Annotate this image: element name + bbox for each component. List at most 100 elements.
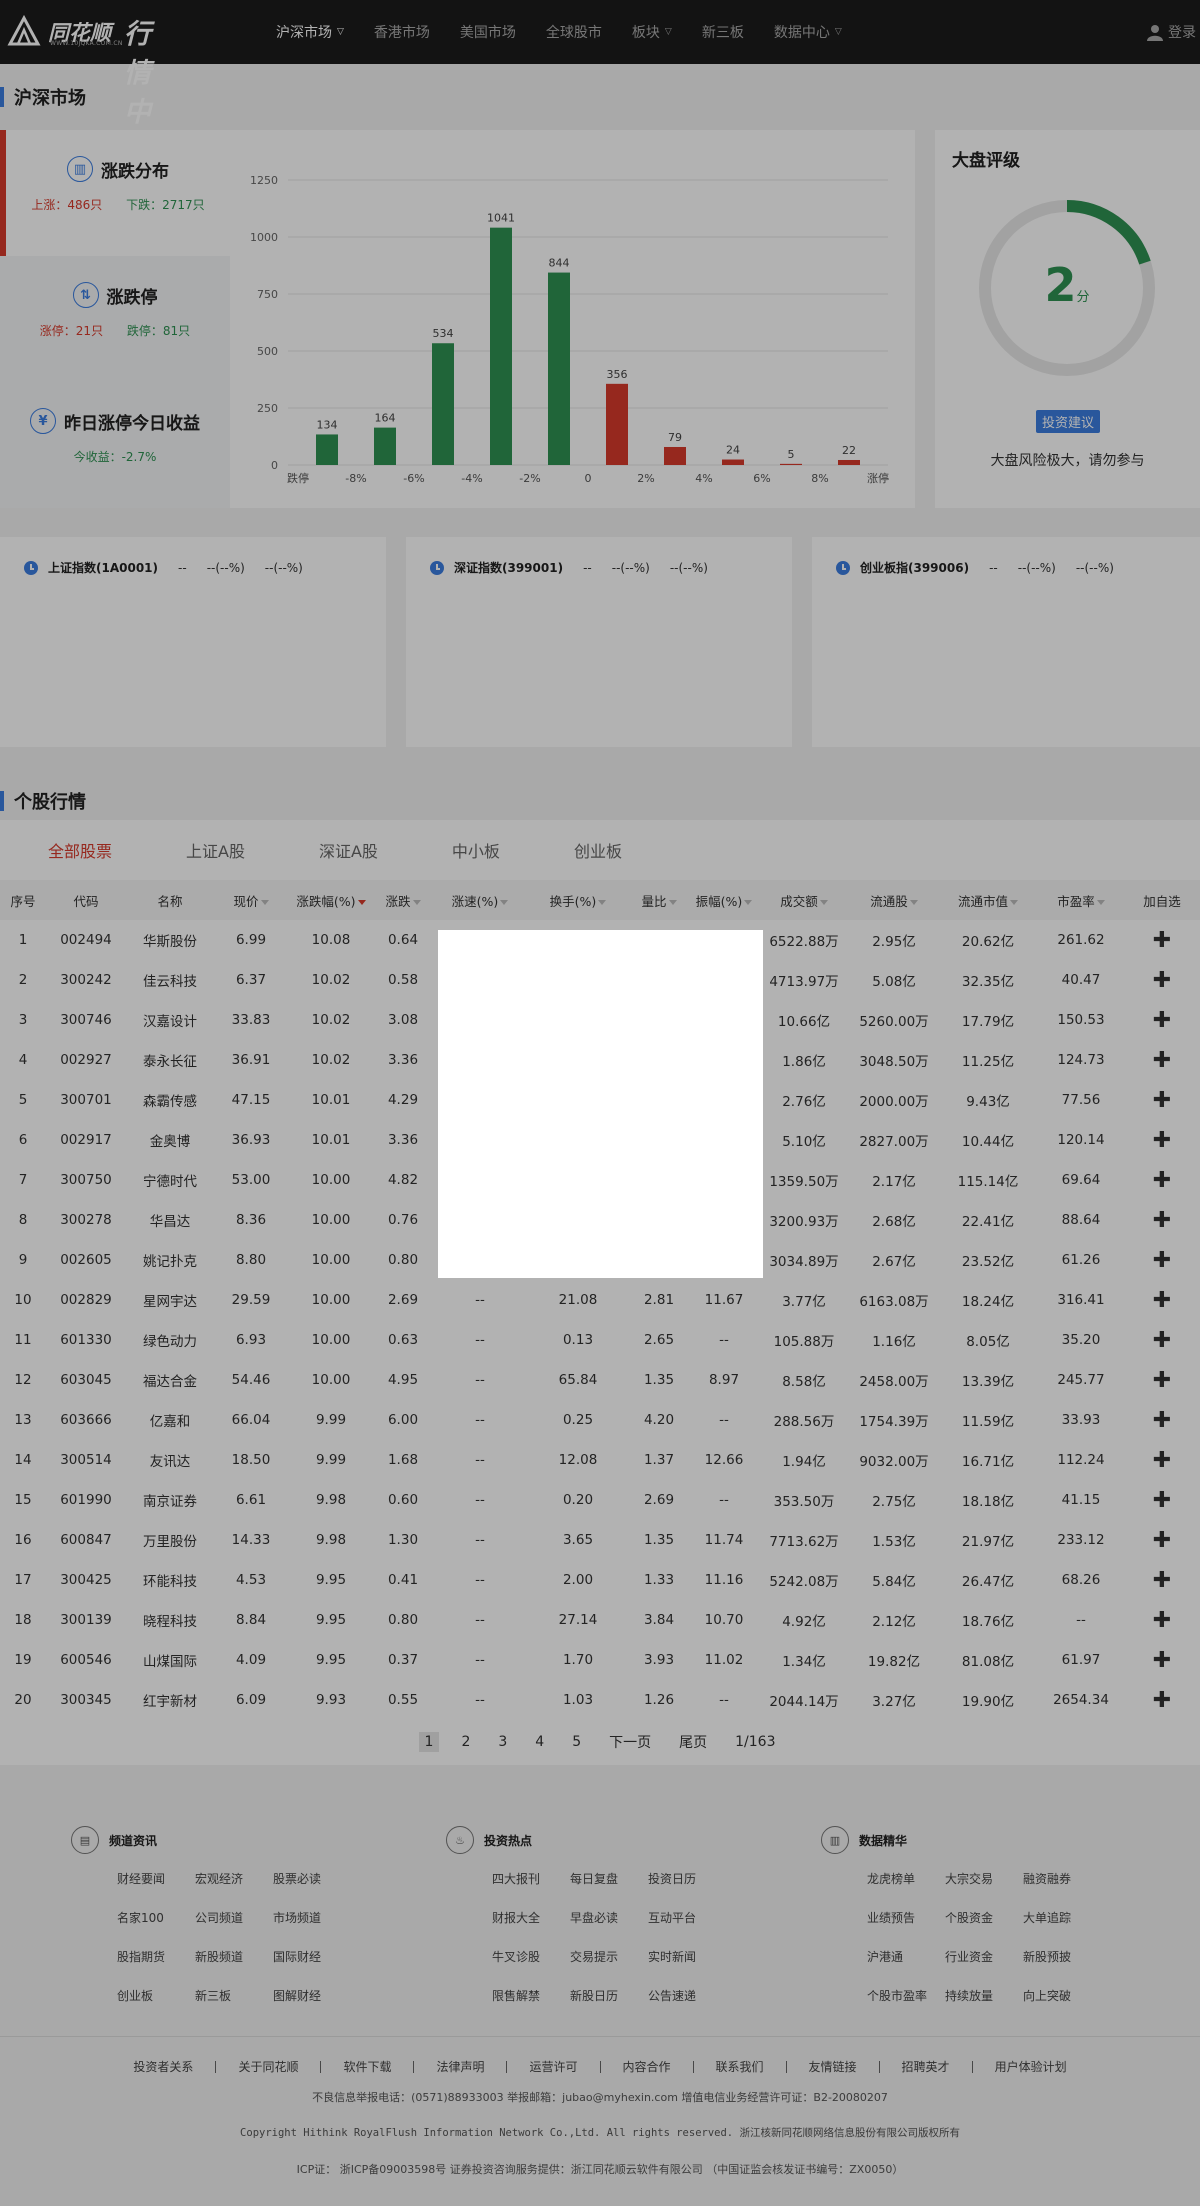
stock-code[interactable]: 300139: [46, 1600, 126, 1640]
add-watchlist-icon[interactable]: ✚: [1124, 1640, 1200, 1680]
table-row[interactable]: 18 300139 晓程科技 8.84 9.95 0.80 -- 27.14 3.84 10.70…: [0, 1600, 1200, 1640]
stock-code[interactable]: 002494: [46, 920, 126, 960]
stock-name[interactable]: 晓程科技: [126, 1600, 214, 1640]
limit-box[interactable]: ⇅ 涨跌停 涨停：21只 跌停：81只: [0, 256, 230, 382]
footer-nav-link[interactable]: 法律声明: [414, 2061, 508, 2073]
bar[interactable]: [548, 272, 570, 465]
column-header[interactable]: 流通市值: [938, 880, 1038, 920]
advice-badge[interactable]: 投资建议: [1036, 410, 1101, 433]
nav-item-sector[interactable]: 板块 ▽: [632, 22, 672, 42]
stock-code[interactable]: 603045: [46, 1360, 126, 1400]
tab-all[interactable]: 全部股票: [30, 838, 130, 862]
footer-link[interactable]: 名家100: [117, 1909, 195, 1926]
add-watchlist-icon[interactable]: ✚: [1124, 960, 1200, 1000]
column-header[interactable]: 涨速(%): [432, 880, 528, 920]
page-5[interactable]: 5: [566, 1732, 587, 1752]
footer-link[interactable]: 公司频道: [195, 1909, 273, 1926]
footer-link[interactable]: 早盘必读: [570, 1909, 648, 1926]
stock-code[interactable]: 300514: [46, 1440, 126, 1480]
nav-item-neeq[interactable]: 新三板: [702, 22, 744, 42]
table-row[interactable]: 16 600847 万里股份 14.33 9.98 1.30 -- 3.65 1.35 11.74…: [0, 1520, 1200, 1560]
stock-name[interactable]: 南京证券: [126, 1480, 214, 1520]
footer-link[interactable]: 财经要闻: [117, 1870, 195, 1887]
tab-sz-a[interactable]: 深证A股: [301, 838, 396, 862]
login-link[interactable]: 登录: [1146, 22, 1196, 42]
stock-name[interactable]: 佳云科技: [126, 960, 214, 1000]
footer-link[interactable]: 交易提示: [570, 1948, 648, 1965]
table-row[interactable]: 13 603666 亿嘉和 66.04 9.99 6.00 -- 0.25 4.20 -- 288.…: [0, 1400, 1200, 1440]
bar[interactable]: [722, 459, 744, 465]
index-card-cyb[interactable]: 创业板指(399006) -- --(--%) --(--%): [812, 537, 1200, 747]
add-watchlist-icon[interactable]: ✚: [1124, 1480, 1200, 1520]
page-3[interactable]: 3: [492, 1732, 513, 1752]
next-page-button[interactable]: 下一页: [603, 1730, 657, 1754]
add-watchlist-icon[interactable]: ✚: [1124, 1000, 1200, 1040]
add-watchlist-icon[interactable]: ✚: [1124, 1520, 1200, 1560]
footer-link[interactable]: 宏观经济: [195, 1870, 273, 1887]
tab-chinext[interactable]: 创业板: [556, 838, 640, 862]
add-watchlist-icon[interactable]: ✚: [1124, 1240, 1200, 1280]
footer-link[interactable]: 股票必读: [273, 1870, 351, 1887]
stock-name[interactable]: 森霸传感: [126, 1080, 214, 1120]
add-watchlist-icon[interactable]: ✚: [1124, 1600, 1200, 1640]
add-watchlist-icon[interactable]: ✚: [1124, 1680, 1200, 1720]
stock-code[interactable]: 002917: [46, 1120, 126, 1160]
column-header[interactable]: 量比: [628, 880, 690, 920]
column-header[interactable]: 成交额: [758, 880, 850, 920]
stock-name[interactable]: 星网宇达: [126, 1280, 214, 1320]
footer-link[interactable]: 新股预披: [1023, 1948, 1101, 1965]
stock-name[interactable]: 亿嘉和: [126, 1400, 214, 1440]
stock-name[interactable]: 宁德时代: [126, 1160, 214, 1200]
stock-name[interactable]: 姚记扑克: [126, 1240, 214, 1280]
stock-code[interactable]: 002829: [46, 1280, 126, 1320]
stock-name[interactable]: 泰永长征: [126, 1040, 214, 1080]
nav-item-hushen[interactable]: 沪深市场 ▽: [276, 22, 344, 42]
stock-code[interactable]: 300425: [46, 1560, 126, 1600]
footer-nav-link[interactable]: 投资者关系: [111, 2061, 217, 2073]
footer-link[interactable]: 公告速递: [648, 1987, 726, 2004]
tab-sme[interactable]: 中小板: [434, 838, 518, 862]
column-header[interactable]: 振幅(%): [690, 880, 758, 920]
table-row[interactable]: 14 300514 友讯达 18.50 9.99 1.68 -- 12.08 1.37 12.66…: [0, 1440, 1200, 1480]
stock-code[interactable]: 002605: [46, 1240, 126, 1280]
bar[interactable]: [664, 446, 686, 465]
footer-link[interactable]: 沪港通: [867, 1948, 945, 1965]
footer-link[interactable]: 四大报刊: [492, 1870, 570, 1887]
footer-link[interactable]: 每日复盘: [570, 1870, 648, 1887]
footer-link[interactable]: 投资日历: [648, 1870, 726, 1887]
column-header[interactable]: 换手(%): [528, 880, 628, 920]
bar[interactable]: [374, 427, 396, 465]
bar[interactable]: [606, 383, 628, 465]
stock-name[interactable]: 环能科技: [126, 1560, 214, 1600]
column-header[interactable]: 涨跌幅(%): [288, 880, 374, 920]
stock-name[interactable]: 金奥博: [126, 1120, 214, 1160]
footer-link[interactable]: 新三板: [195, 1987, 273, 2004]
white-popup-block[interactable]: [438, 930, 763, 1278]
footer-link[interactable]: 牛叉诊股: [492, 1948, 570, 1965]
footer-nav-link[interactable]: 内容合作: [601, 2061, 694, 2073]
table-row[interactable]: 11 601330 绿色动力 6.93 10.00 0.63 -- 0.13 2.65 -- 105…: [0, 1320, 1200, 1360]
last-page-button[interactable]: 尾页: [673, 1730, 713, 1754]
footer-nav-link[interactable]: 用户体验计划: [973, 2061, 1089, 2073]
stock-code[interactable]: 300345: [46, 1680, 126, 1720]
footer-link[interactable]: 融资融券: [1023, 1870, 1101, 1887]
table-row[interactable]: 20 300345 红宇新材 6.09 9.93 0.55 -- 1.03 1.26 -- 2044…: [0, 1680, 1200, 1720]
stock-code[interactable]: 603666: [46, 1400, 126, 1440]
yesterday-limit-box[interactable]: ¥ 昨日涨停今日收益 今收益：-2.7%: [0, 382, 230, 508]
stock-name[interactable]: 汉嘉设计: [126, 1000, 214, 1040]
page-4[interactable]: 4: [529, 1732, 550, 1752]
footer-link[interactable]: 新股频道: [195, 1948, 273, 1965]
stock-name[interactable]: 福达合金: [126, 1360, 214, 1400]
stock-code[interactable]: 601330: [46, 1320, 126, 1360]
table-row[interactable]: 10 002829 星网宇达 29.59 10.00 2.69 -- 21.08 2.81 11.…: [0, 1280, 1200, 1320]
bar[interactable]: [432, 343, 454, 465]
column-header[interactable]: 涨跌: [374, 880, 432, 920]
footer-link[interactable]: 国际财经: [273, 1948, 351, 1965]
bar[interactable]: [316, 434, 338, 465]
page-2[interactable]: 2: [455, 1732, 476, 1752]
footer-nav-link[interactable]: 运营许可: [507, 2061, 601, 2073]
add-watchlist-icon[interactable]: ✚: [1124, 1440, 1200, 1480]
footer-link[interactable]: 大宗交易: [945, 1870, 1023, 1887]
stock-name[interactable]: 红宇新材: [126, 1680, 214, 1720]
bar[interactable]: [780, 463, 802, 465]
